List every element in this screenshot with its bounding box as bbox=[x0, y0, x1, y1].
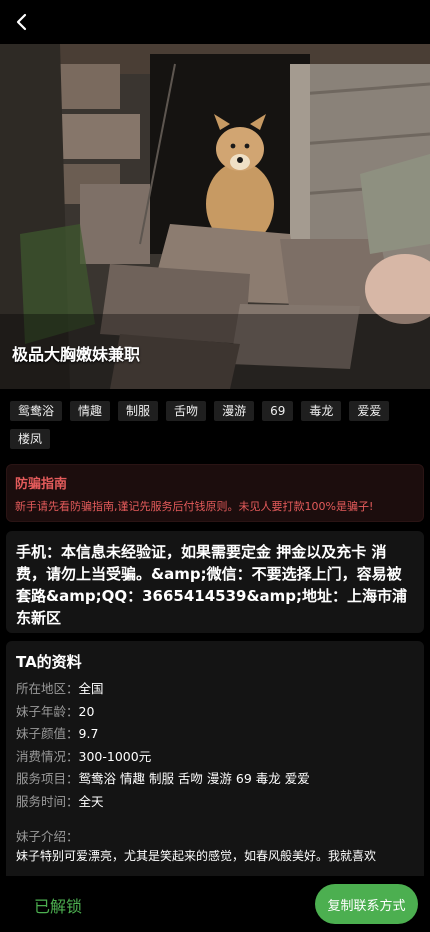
profile-row-services: 服务项目：鸳鸯浴 情趣 制服 舌吻 漫游 69 毒龙 爱爱 bbox=[16, 768, 414, 791]
profile-label: 消费情况： bbox=[16, 748, 79, 764]
tag[interactable]: 情趣 bbox=[70, 401, 111, 421]
profile-row-region: 所在地区：全国 bbox=[16, 678, 414, 701]
intro-text: 妹子特别可爱漂亮，尤其是笑起来的感觉，如春风般美好。我就喜欢 bbox=[16, 849, 377, 863]
profile-title: TA的资料 bbox=[16, 653, 82, 671]
chevron-left-icon bbox=[16, 13, 27, 31]
profile-label: 服务时间： bbox=[16, 793, 79, 809]
anti-fraud-title: 防骗指南 bbox=[15, 477, 68, 492]
contact-info: 手机：本信息未经验证，如果需要定金 押金以及充卡 消费，请勿上当受骗。&amp;… bbox=[6, 531, 424, 633]
profile-label: 所在地区： bbox=[16, 681, 79, 696]
profile-value: 全天 bbox=[78, 793, 104, 809]
intro-label: 妹子介绍： bbox=[16, 829, 79, 844]
bottom-bar: 已解锁 复制联系方式 bbox=[0, 876, 430, 932]
tag[interactable]: 舌吻 bbox=[166, 401, 207, 421]
profile-label: 妹子颜值： bbox=[16, 726, 79, 741]
tag[interactable]: 楼凤 bbox=[10, 429, 51, 449]
tag[interactable]: 制服 bbox=[118, 401, 159, 421]
profile-value: 300-1000元 bbox=[78, 748, 152, 764]
profile-label: 服务项目： bbox=[16, 771, 79, 786]
anti-fraud-text: 新手请先看防骗指南,谨记先服务后付钱原则。未见人要打款100%是骗子! bbox=[15, 500, 374, 513]
profile-row-age: 妹子年龄：20 bbox=[16, 701, 414, 724]
profile-value: 20 bbox=[78, 703, 95, 719]
copy-contact-button[interactable]: 复制联系方式 bbox=[315, 884, 418, 924]
tag[interactable]: 69 bbox=[262, 401, 294, 421]
back-button[interactable] bbox=[8, 8, 36, 36]
profile-value: 鸳鸯浴 情趣 制服 舌吻 漫游 69 毒龙 爱爱 bbox=[78, 771, 310, 786]
profile-value: 全国 bbox=[78, 681, 104, 696]
tag[interactable]: 鸳鸯浴 bbox=[10, 401, 63, 421]
hero-title: 极品大胸嫩妹兼职 bbox=[12, 345, 141, 364]
tag[interactable]: 爱爱 bbox=[349, 401, 390, 421]
tag[interactable]: 毒龙 bbox=[301, 401, 342, 421]
tag[interactable]: 漫游 bbox=[214, 401, 255, 421]
unlocked-status: 已解锁 bbox=[34, 897, 83, 916]
anti-fraud-notice: 防骗指南 新手请先看防骗指南,谨记先服务后付钱原则。未见人要打款100%是骗子! bbox=[6, 464, 424, 522]
dog-photo bbox=[0, 44, 430, 389]
profile-label: 妹子年龄： bbox=[16, 703, 79, 719]
top-bar bbox=[0, 0, 430, 44]
tag-list: 鸳鸯浴 情趣 制服 舌吻 漫游 69 毒龙 爱爱 楼凤 bbox=[10, 401, 424, 449]
profile-row-price: 消费情况：300-1000元 bbox=[16, 746, 414, 769]
profile-card: TA的资料 所在地区：全国 妹子年龄：20 妹子颜值：9.7 消费情况：300-… bbox=[6, 641, 424, 901]
hero-photo: 极品大胸嫩妹兼职 bbox=[0, 44, 430, 389]
profile-row-rating: 妹子颜值：9.7 bbox=[16, 723, 414, 746]
profile-row-hours: 服务时间：全天 bbox=[16, 791, 414, 814]
profile-value: 9.7 bbox=[78, 726, 99, 741]
